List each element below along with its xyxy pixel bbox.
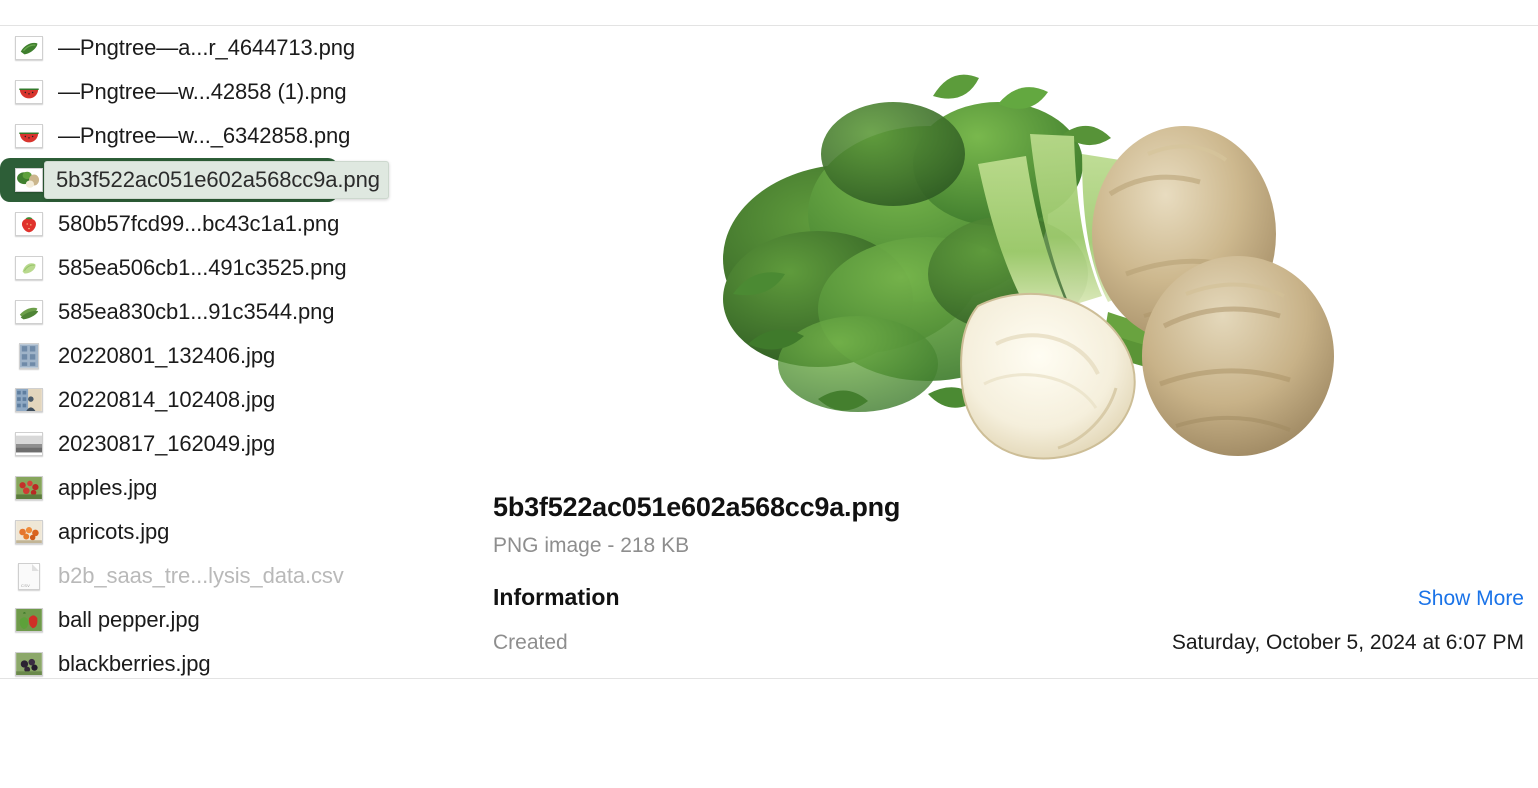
file-list-item[interactable]: 20220801_132406.jpg: [0, 334, 470, 378]
file-list-item-label: b2b_saas_tre...lysis_data.csv: [58, 563, 344, 588]
file-list-item-label: 20220801_132406.jpg: [58, 343, 276, 368]
information-row: Created Saturday, October 5, 2024 at 6:07…: [493, 631, 1524, 655]
tiles-photo-thumbnail: [14, 342, 44, 370]
file-list-item[interactable]: 580b57fcd99...bc43c1a1.png: [0, 202, 470, 246]
file-list-item-label: —Pngtree—w...42858 (1).png: [58, 79, 347, 104]
file-list-pane[interactable]: —Pngtree—a...r_4644713.png —Pngtree—w...4…: [0, 26, 470, 678]
gray-photo-thumbnail: [14, 430, 44, 458]
information-header: Information Show More: [493, 584, 1524, 611]
file-list-item[interactable]: apples.jpg: [0, 466, 470, 510]
csv-document-icon: CSV: [14, 562, 44, 590]
file-list-item[interactable]: 5b3f522ac051e602a568cc9a.png: [0, 158, 382, 202]
file-list-item[interactable]: 20220814_102408.jpg: [0, 378, 470, 422]
file-list-item-label: 580b57fcd99...bc43c1a1.png: [58, 211, 340, 236]
file-list-item[interactable]: —Pngtree—a...r_4644713.png: [0, 26, 470, 70]
information-row-key: Created: [493, 631, 568, 654]
file-list-item[interactable]: —Pngtree—w..._6342858.png: [0, 114, 470, 158]
file-list-item[interactable]: 585ea830cb1...91c3544.png: [0, 290, 470, 334]
file-list-item-label: —Pngtree—w..._6342858.png: [58, 123, 351, 148]
dialog-toolbar: Options Cancel Insert: [0, 679, 1538, 788]
file-list-item[interactable]: blackberries.jpg: [0, 642, 470, 678]
file-list-item-label: apricots.jpg: [58, 519, 170, 544]
file-list-item-label: 585ea830cb1...91c3544.png: [58, 299, 335, 324]
image-preview[interactable]: [492, 26, 1524, 492]
file-list-item-label: 20230817_162049.jpg: [58, 431, 276, 456]
lettuce-thumbnail: [14, 254, 44, 282]
file-list-item[interactable]: ball pepper.jpg: [0, 598, 470, 642]
detail-file-name: 5b3f522ac051e602a568cc9a.png: [493, 492, 901, 522]
cucumber-thumbnail: [14, 34, 44, 62]
show-more-link[interactable]: Show More: [1418, 587, 1524, 611]
celeriac-thumbnail: [14, 166, 44, 194]
strawberry-thumbnail: [14, 210, 44, 238]
file-picker-dialog: —Pngtree—a...r_4644713.png —Pngtree—w...4…: [0, 0, 1538, 788]
file-list-item-label: 20220814_102408.jpg: [58, 387, 276, 412]
blackberries-thumbnail: [14, 650, 44, 678]
file-list-item-label: 585ea506cb1...491c3525.png: [58, 255, 347, 280]
file-list: —Pngtree—a...r_4644713.png —Pngtree—w...4…: [0, 26, 470, 678]
detail-file-meta: PNG image - 218 KB: [493, 534, 690, 557]
information-row-value: Saturday, October 5, 2024 at 6:07 PM: [1171, 631, 1524, 654]
apples-thumbnail: [14, 474, 44, 502]
detail-pane: 5b3f522ac051e602a568cc9a.png PNG image -…: [470, 26, 1538, 678]
file-list-item[interactable]: CSV b2b_saas_tre...lysis_data.csv: [0, 554, 470, 598]
file-list-item[interactable]: apricots.jpg: [0, 510, 470, 554]
information-rows: Created Saturday, October 5, 2024 at 6:07…: [492, 631, 1524, 655]
apricots-thumbnail: [14, 518, 44, 546]
file-list-item-label: 5b3f522ac051e602a568cc9a.png: [58, 167, 382, 192]
dialog-content: —Pngtree—a...r_4644713.png —Pngtree—w...4…: [0, 26, 1538, 704]
file-list-item[interactable]: 20230817_162049.jpg: [0, 422, 470, 466]
file-list-item-label: —Pngtree—a...r_4644713.png: [58, 35, 356, 60]
watermelon-thumbnail: [14, 78, 44, 106]
person-photo-thumbnail: [14, 386, 44, 414]
bellpepper-thumbnail: [14, 606, 44, 634]
file-list-item-label: blackberries.jpg: [58, 651, 211, 676]
file-list-item-label: apples.jpg: [58, 475, 158, 500]
information-title: Information: [493, 584, 620, 610]
cucumbers-thumbnail: [14, 298, 44, 326]
file-list-item-label: ball pepper.jpg: [58, 607, 200, 632]
watermelon-thumbnail: [14, 122, 44, 150]
celeriac-preview-illustration: [723, 74, 1334, 460]
file-list-item[interactable]: —Pngtree—w...42858 (1).png: [0, 70, 470, 114]
file-list-item[interactable]: 585ea506cb1...491c3525.png: [0, 246, 470, 290]
